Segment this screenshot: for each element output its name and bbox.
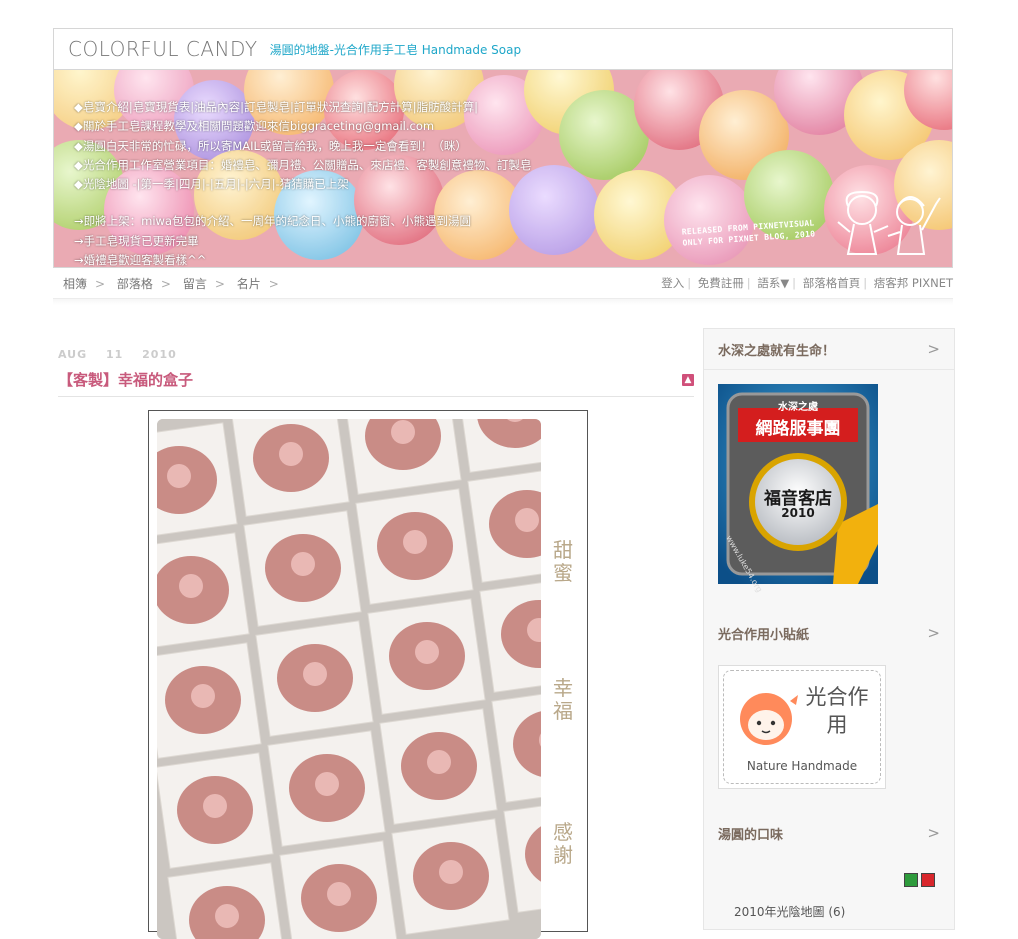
photo-caption-words: 甜蜜 幸福 感謝 [553,539,577,867]
banner-announcements: ◆皂寶介紹|皂寶現貨表|油品內容|訂皂製皂|訂單狀況查詢|配方計算|脂肪酸計算|… [74,98,532,267]
register-link[interactable]: 免費註冊 [698,276,744,290]
sidebar-title-life: 水深之處就有生命！ [718,343,836,359]
post-title-row: 【客製】幸福的盒子 ▲ [58,369,694,397]
top-nav: 相簿 > 部落格 > 留言 > 名片 > 登入 | 免費註冊 | 語系▼ | 部落格首頁 | 痞… [53,268,953,299]
collapse-icon[interactable] [921,873,935,887]
nav-blog-link[interactable]: 部落格 [117,277,153,291]
sticker-title: 光合作用 [805,685,869,737]
blog-post: AUG 11 2010 【客製】幸福的盒子 ▲ 甜蜜 幸福 感謝 [58,348,694,939]
archive-item[interactable]: 2010年光陰地圖 (6) [734,903,845,920]
collapse-arrow-icon[interactable]: > [927,340,940,358]
blog-home-link[interactable]: 部落格首頁 [803,276,861,290]
language-dropdown[interactable]: 語系▼ [757,276,789,290]
sidebar-section-header: 光合作用小貼紙 > [704,613,954,653]
expand-icon[interactable] [904,873,918,887]
photo-word: 幸福 [553,676,573,723]
badge-top-text: 水深之處 [778,402,818,413]
pixnet-link[interactable]: 痞客邦 PIXNET [874,276,953,290]
blog-subtitle[interactable]: 湯圓的地盤-光合作用手工皂 Handmade Soap [270,41,522,58]
post-month: AUG [58,348,88,361]
doodle-characters-icon [837,190,941,255]
collapse-arrow-icon[interactable]: > [927,624,940,642]
nav-right: 登入 | 免費註冊 | 語系▼ | 部落格首頁 | 痞客邦 PIXNET [661,276,953,290]
soap-boxes-photo[interactable] [157,419,541,939]
candy-banner: ◆皂寶介紹|皂寶現貨表|油品內容|訂皂製皂|訂單狀況查詢|配方計算|脂肪酸計算|… [53,69,953,268]
banner-line[interactable]: ◆光陰地圖 -|第一季|四月|-|五月|-|六月|-猜猜購已上架 [74,175,531,194]
post-date: AUG 11 2010 [58,348,694,361]
post-photo-frame: 甜蜜 幸福 感謝 [148,410,588,939]
banner-line: ◆光合作用工作室營業項目：婚禮皂、彌月禮、公關贈品、來店禮、客製創意禮物、訂製皂 [74,157,532,172]
nav-profile-link[interactable]: 名片 [237,277,261,291]
back-to-top-icon[interactable]: ▲ [682,373,694,386]
photo-word: 甜蜜 [553,538,573,585]
sidebar-title-sticker: 光合作用小貼紙 [718,627,810,643]
post-title[interactable]: 【客製】幸福的盒子 [58,369,193,390]
sidebar-section-header: 湯圓的口味 > [704,813,954,853]
nav-left: 相簿 > 部落格 > 留言 > 名片 > [63,276,279,291]
banner-line[interactable]: ◆關於手工皂課程教學及相關問題歡迎來信biggraceting@gmail.co… [74,117,531,136]
badge-ribbon-text: 網路服事團 [755,419,841,439]
nav-album-link[interactable]: 相簿 [63,277,87,291]
sticker-subtitle: Nature Handmade [746,759,858,773]
blog-logo[interactable]: COLORFUL CANDY [68,37,258,61]
post-year: 2010 [142,348,177,361]
banner-line[interactable]: ◆皂寶介紹|皂寶現貨表|油品內容|訂皂製皂|訂單狀況查詢|配方計算|脂肪酸計算| [74,98,531,117]
blog-header: COLORFUL CANDY 湯圓的地盤-光合作用手工皂 Handmade So… [53,28,953,69]
post-day: 11 [105,348,124,361]
collapse-arrow-icon[interactable]: > [927,824,940,842]
nav-guestbook-link[interactable]: 留言 [183,277,207,291]
banner-line[interactable]: →婚禮皂歡迎客製看樣^^ [74,251,531,267]
badge-year: 2010 [781,506,815,520]
nature-handmade-sticker[interactable]: 光合作用 Nature Handmade [718,665,886,789]
banner-line[interactable]: →即將上架：miwa包包的介紹、一周年的紀念日、小熊的廚窗、小熊遇到湯圓 [74,212,531,231]
banner-line: ◆湯圓白天非常的忙碌，所以寄MAIL或留言給我，晚上我一定會看到！（眯） [74,138,467,153]
sidebar-title-flavors: 湯圓的口味 [718,827,784,843]
banner-line[interactable]: →手工皂現貨已更新完畢 [74,232,531,251]
photo-word: 感謝 [553,820,573,867]
gospel-badge[interactable]: 水深之處 網路服事團 福音客店 2010 www.luke54.org [718,384,878,594]
sidebar: 水深之處就有生命！ > 水深之處 網路服事團 福音客店 2010 www.luk… [703,328,955,930]
sidebar-section-header: 水深之處就有生命！ > [704,329,954,370]
blog-container: COLORFUL CANDY 湯圓的地盤-光合作用手工皂 Handmade So… [53,28,953,305]
sticker-face-icon [740,693,798,745]
archive-controls [904,873,935,887]
login-link[interactable]: 登入 [661,276,684,290]
